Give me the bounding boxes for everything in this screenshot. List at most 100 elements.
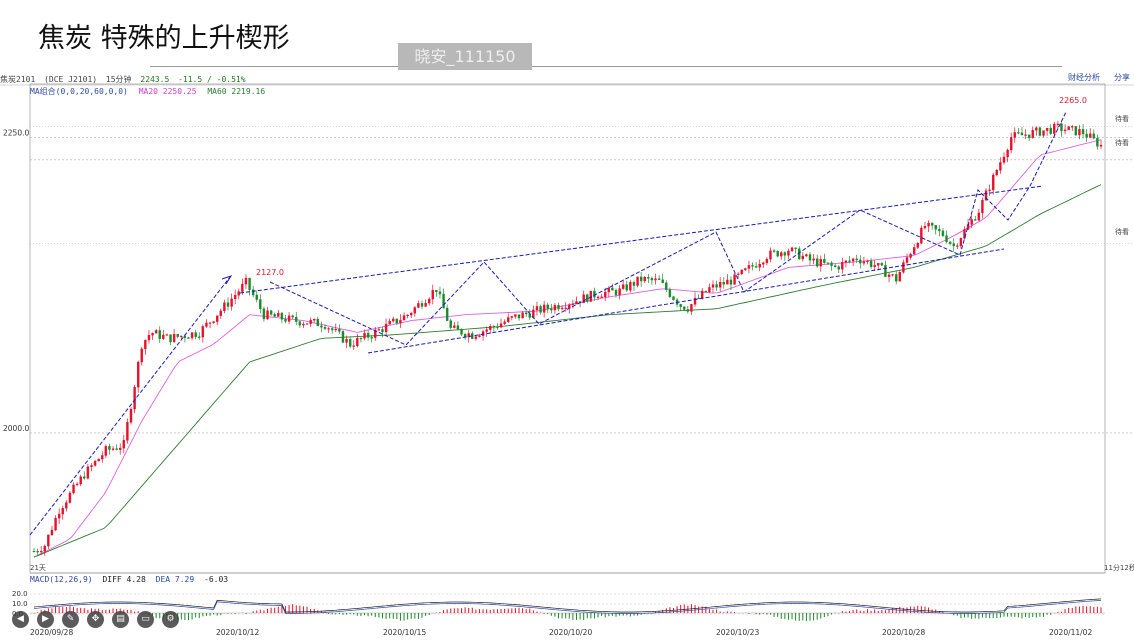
period-count-label: 21天 (30, 564, 46, 572)
candle-body (654, 278, 657, 281)
pen-icon[interactable]: ✎ (62, 611, 79, 628)
candle-body (815, 258, 819, 267)
candle-body (571, 303, 575, 305)
candle-body (683, 306, 686, 310)
trend-annotation-line (269, 111, 1067, 346)
candle-body (1071, 126, 1074, 128)
candle-body (176, 333, 179, 337)
candle-body (1020, 132, 1024, 136)
candle-body (912, 247, 916, 255)
candle-body (68, 492, 72, 503)
candle-body (392, 318, 395, 322)
candle-body (86, 466, 90, 479)
candle-body (1045, 127, 1049, 131)
macd-axis-label: 10.0 (12, 600, 28, 608)
candle-body (668, 289, 672, 297)
candle-body (783, 252, 787, 256)
candle-body (564, 307, 567, 309)
candle-body (988, 189, 991, 191)
candle-body (708, 287, 711, 293)
candle-body (169, 334, 172, 343)
candle-body (604, 291, 607, 298)
candle-body (844, 260, 848, 263)
candle-body (1009, 137, 1013, 151)
node-icon[interactable]: ✥ (87, 611, 104, 628)
candle-body (180, 335, 183, 338)
candle-body (223, 302, 226, 312)
play-back-icon[interactable]: ◀ (12, 611, 29, 628)
title-divider (150, 66, 1062, 67)
candle-body (672, 296, 675, 300)
candle-body (255, 294, 258, 300)
candle-body (406, 314, 409, 317)
candle-body (445, 307, 449, 321)
settings-icon[interactable]: ⚙ (162, 611, 179, 628)
candle-body (194, 332, 197, 338)
candle-body (553, 304, 557, 311)
candle-body (959, 238, 963, 246)
candle-body (101, 455, 104, 460)
candle-body (438, 291, 442, 295)
candle-body (129, 408, 133, 423)
candle-body (945, 235, 948, 243)
candle-body (632, 282, 636, 286)
price-chart[interactable]: 20.010.00.0 2127.02265.0 2000.02250.0待看待… (0, 72, 1134, 643)
candle-body (747, 265, 751, 269)
candle-body (187, 337, 190, 339)
candle-body (1099, 144, 1103, 147)
x-tick-label: 2020/10/28 (882, 628, 925, 637)
candle-body (636, 276, 639, 286)
trend-annotation-line (367, 248, 1005, 354)
candle-body (514, 314, 517, 317)
candle-body (435, 290, 438, 293)
candle-body (57, 513, 61, 519)
candle-body (787, 250, 790, 256)
candle-body (992, 174, 995, 191)
candle-body (277, 312, 280, 317)
candle-body (1096, 137, 1099, 147)
candle-body (611, 287, 614, 291)
candle-body (751, 265, 754, 267)
candle-body (726, 279, 729, 285)
candle-body (862, 261, 866, 264)
candle-body (453, 325, 456, 328)
candle-body (413, 307, 417, 314)
candle-body (510, 316, 514, 318)
candle-body (162, 334, 165, 339)
candle-body (269, 310, 273, 315)
candle-body (521, 312, 524, 319)
candle-body (208, 322, 212, 324)
candle-body (819, 259, 822, 267)
screen-icon[interactable]: ▭ (137, 611, 154, 628)
candle-body (550, 308, 553, 311)
candle-body (826, 262, 830, 264)
candle-body (927, 222, 930, 227)
play-icon[interactable]: ▶ (37, 611, 54, 628)
ma20-line (33, 139, 1102, 558)
candle-body (399, 319, 402, 324)
candle-body (1085, 133, 1088, 138)
macd-axis-label: 20.0 (12, 590, 28, 598)
candle-body (776, 250, 779, 257)
candle-body (205, 322, 208, 327)
candle-body (75, 483, 79, 486)
candle-body (316, 318, 320, 327)
trend-annotation-line (29, 276, 231, 536)
candle-body (977, 212, 981, 221)
candle-body (1063, 129, 1067, 132)
candle-body (1074, 126, 1078, 136)
candle-body (83, 476, 86, 479)
candle-body (424, 302, 427, 307)
candle-body (920, 227, 923, 244)
candle-body (456, 325, 460, 330)
right-tag-label: 待看 (1115, 138, 1129, 147)
candle-body (302, 323, 305, 326)
keyboard-icon[interactable]: ▤ (112, 611, 129, 628)
candle-body (287, 315, 291, 322)
candle-body (295, 316, 298, 322)
candle-body (805, 254, 808, 257)
candle-body (596, 296, 600, 298)
candle-body (643, 277, 646, 282)
candle-body (323, 327, 327, 329)
candle-body (1027, 134, 1031, 138)
